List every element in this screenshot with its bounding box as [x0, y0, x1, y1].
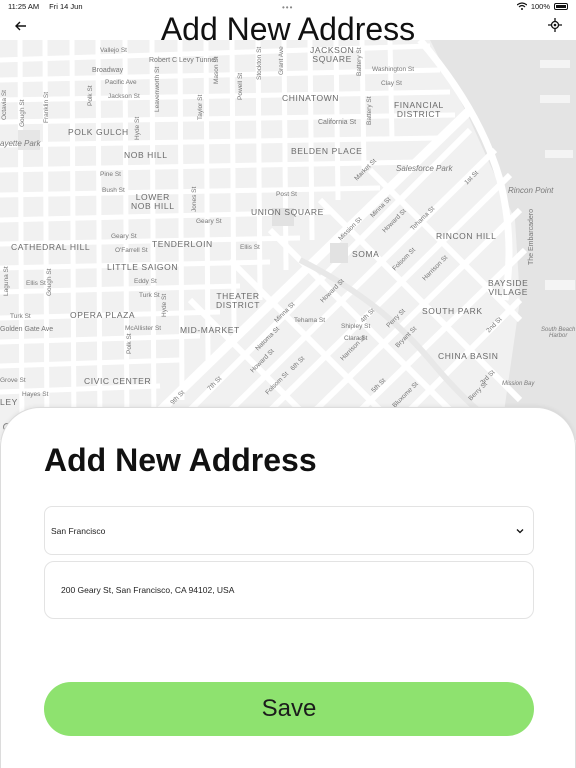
street-label: Grove St	[0, 377, 26, 384]
district-label: LITTLE SAIGON	[107, 262, 179, 272]
street-label: Ellis St	[240, 244, 260, 251]
battery-icon	[554, 2, 568, 10]
street-label: Franklin St	[43, 91, 50, 123]
city-dropdown-value: San Francisco	[51, 525, 106, 536]
map-view[interactable]: JACKSON SQUARE CHINATOWN FINANCIAL DISTRIC…	[0, 0, 576, 440]
street-label: Post St	[276, 191, 297, 198]
battery-percent: 100%	[530, 1, 550, 11]
page-title: Add New Address	[160, 11, 416, 47]
street-label: Broadway	[92, 67, 124, 74]
street-label: Taylor St	[197, 94, 204, 120]
street-label: California St	[318, 119, 357, 126]
street-label: Bush St	[102, 187, 125, 194]
street-label: Polk St	[87, 85, 94, 106]
street-label: Tehama St	[294, 317, 326, 324]
poi-label: Salesforce Park	[396, 164, 453, 173]
district-label: SOUTH PARK	[422, 306, 483, 316]
wifi-icon	[516, 2, 527, 10]
district-label: CHINA BASIN	[438, 351, 499, 361]
street-label: Mason St	[213, 56, 220, 84]
location-crosshair-icon[interactable]	[548, 18, 562, 32]
street-label: Ellis St	[26, 280, 46, 287]
district-label: BAYSIDE VILLAGE	[488, 278, 529, 297]
address-form-sheet: Add New Address San Francisco Save	[0, 407, 576, 768]
street-label: Geary St	[196, 218, 222, 225]
district-label: BELDEN PLACE	[291, 146, 363, 156]
street-label: Clay St	[381, 80, 402, 87]
district-label: TENDERLOIN	[152, 239, 213, 249]
street-label: Powell St	[237, 72, 244, 100]
district-label: CHINATOWN	[282, 93, 340, 103]
status-date: Fri 14 Jun	[49, 1, 83, 11]
street-label: Pine St	[100, 171, 121, 178]
save-button[interactable]: Save	[44, 682, 534, 736]
street-label: Clara St	[344, 335, 368, 342]
street-label: Geary St	[111, 233, 137, 240]
poi-label: Rincon Point	[508, 186, 554, 195]
street-label: Battery St	[366, 96, 373, 125]
street-label: Stockton St	[256, 46, 263, 80]
district-label: OPERA PLAZA	[70, 310, 136, 320]
street-label: Jackson St	[108, 93, 140, 100]
status-time: 11:25 AM	[8, 1, 40, 11]
form-title: Add New Address	[44, 442, 317, 478]
street-label: Hyde St	[161, 293, 168, 317]
district-label: SOMA	[352, 249, 380, 259]
street-label: Grant Ave	[278, 46, 285, 75]
street-label: McAllister St	[125, 325, 162, 332]
street-label: Hayes St	[22, 391, 49, 398]
street-label: Gough St	[19, 99, 26, 127]
street-label: Washington St	[372, 66, 415, 73]
poi-label: Mission Bay	[502, 381, 535, 387]
street-label: Turk St	[139, 292, 160, 299]
street-label: Shipley St	[341, 323, 371, 330]
street-label: Pacific Ave	[105, 79, 137, 86]
street-label: Octavia St	[1, 90, 8, 120]
street-label: Hyde St	[134, 116, 141, 140]
district-label: LEY	[0, 397, 18, 407]
street-label: Turk St	[10, 313, 31, 320]
chevron-down-icon	[516, 529, 524, 534]
street-label: The Embarcadero	[528, 208, 535, 265]
district-label: JACKSON SQUARE	[310, 45, 355, 64]
status-bar: 11:25 AM Fri 14 Jun ••• 100%	[0, 0, 576, 12]
district-label: FINANCIAL DISTRICT	[394, 100, 444, 119]
district-label: NOB HILL	[124, 150, 168, 160]
street-label: Polk St	[126, 333, 133, 354]
street-label: Robert C Levy Tunnel	[149, 57, 217, 64]
district-label: CATHEDRAL HILL	[11, 242, 91, 252]
district-label: MID-MARKET	[180, 325, 240, 335]
poi-label: South Beach Harbor	[541, 327, 576, 339]
street-label: Vallejo St	[100, 47, 127, 54]
district-label: THEATER DISTRICT	[216, 291, 260, 310]
street-label: Battery St	[356, 47, 363, 76]
street-label: Eddy St	[134, 278, 157, 285]
district-label: UNION SQUARE	[251, 207, 324, 217]
poi-label: ayette Park	[0, 139, 41, 148]
street-label: Leavenworth St	[154, 66, 161, 112]
navigation-bar: Add New Address	[0, 12, 576, 46]
district-label: CIVIC CENTER	[84, 376, 152, 386]
street-label: O'Farrell St	[115, 247, 148, 254]
city-dropdown[interactable]: San Francisco	[44, 506, 534, 555]
street-label: Jones St	[191, 186, 198, 212]
street-label: Laguna St	[3, 266, 10, 296]
district-label: RINCON HILL	[436, 231, 497, 241]
street-label: Golden Gate Ave	[0, 326, 54, 333]
street-label: Gough St	[46, 268, 53, 296]
district-label: POLK GULCH	[68, 127, 129, 137]
address-input[interactable]	[44, 561, 534, 619]
district-label: LOWER NOB HILL	[131, 192, 175, 211]
multitasking-dots-icon[interactable]: •••	[282, 3, 293, 12]
